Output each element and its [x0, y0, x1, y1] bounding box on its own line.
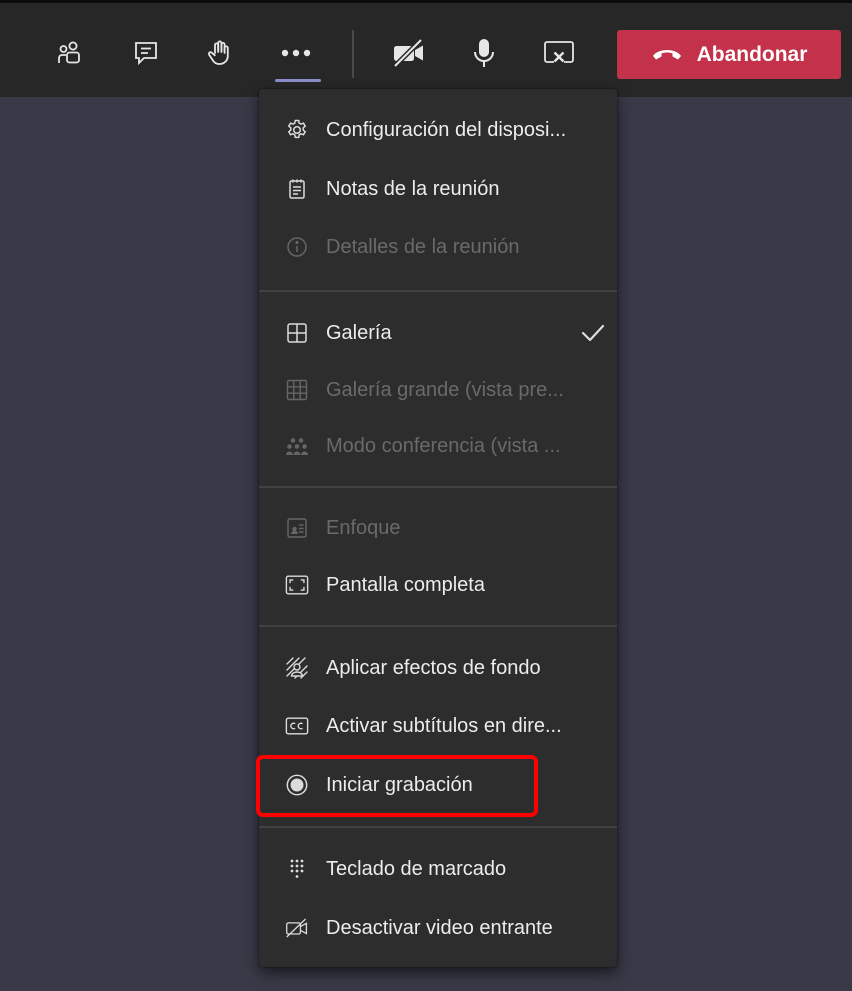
- highlight-box: [256, 755, 538, 817]
- share-button[interactable]: [537, 31, 581, 75]
- hang-up-icon: [651, 43, 683, 67]
- active-indicator: [275, 79, 321, 82]
- meeting-toolbar: Abandonar: [0, 0, 852, 97]
- stop-share-icon: [542, 38, 576, 68]
- raise-hand-button[interactable]: [198, 31, 242, 75]
- more-actions-button[interactable]: [274, 31, 318, 75]
- large-gallery-icon: [285, 378, 309, 402]
- focus-icon: [285, 516, 309, 540]
- menu-item-large-gallery: Galería grande (vista pre...: [259, 364, 617, 416]
- menu-item-label: Aplicar efectos de fondo: [326, 657, 541, 679]
- together-mode-icon: [285, 434, 309, 458]
- menu-item-dial-pad[interactable]: Teclado de marcado: [259, 843, 617, 895]
- menu-divider: [259, 826, 617, 828]
- chat-icon: [131, 38, 161, 68]
- info-icon: [285, 235, 309, 259]
- menu-item-together-mode: Modo conferencia (vista ...: [259, 420, 617, 472]
- menu-item-meeting-notes[interactable]: Notas de la reunión: [259, 163, 617, 215]
- menu-item-gallery[interactable]: Galería: [259, 307, 617, 359]
- leave-button[interactable]: Abandonar: [617, 30, 841, 79]
- menu-item-label: Galería grande (vista pre...: [326, 379, 564, 401]
- dialpad-icon: [285, 857, 309, 881]
- hand-icon: [205, 38, 235, 68]
- leave-label: Abandonar: [696, 42, 808, 66]
- chat-button[interactable]: [124, 31, 168, 75]
- camera-off-icon: [391, 38, 427, 68]
- people-icon: [54, 38, 84, 68]
- background-effects-icon: [285, 656, 309, 680]
- menu-item-label: Enfoque: [326, 517, 401, 539]
- menu-item-label: Galería: [326, 322, 392, 344]
- microphone-icon: [469, 37, 499, 69]
- more-icon: [279, 48, 313, 58]
- menu-item-live-captions[interactable]: Activar subtítulos en dire...: [259, 700, 617, 752]
- more-actions-menu: Configuración del disposi... Notas de la…: [259, 89, 617, 967]
- notes-icon: [285, 177, 309, 201]
- menu-item-label: Detalles de la reunión: [326, 236, 520, 258]
- menu-item-label: Desactivar video entrante: [326, 917, 553, 939]
- menu-divider: [259, 486, 617, 488]
- participants-button[interactable]: [47, 31, 91, 75]
- menu-item-device-settings[interactable]: Configuración del disposi...: [259, 104, 617, 156]
- menu-item-meeting-details: Detalles de la reunión: [259, 221, 617, 273]
- gallery-icon: [285, 321, 309, 345]
- checkmark-icon: [581, 322, 605, 344]
- menu-item-label: Activar subtítulos en dire...: [326, 715, 562, 737]
- camera-button[interactable]: [387, 31, 431, 75]
- menu-item-label: Configuración del disposi...: [326, 119, 567, 141]
- menu-item-label: Teclado de marcado: [326, 858, 507, 880]
- menu-item-fullscreen[interactable]: Pantalla completa: [259, 559, 617, 611]
- video-off-icon: [285, 916, 309, 940]
- menu-item-label: Pantalla completa: [326, 574, 485, 596]
- toolbar-divider: [352, 30, 354, 78]
- menu-item-turn-off-incoming-video[interactable]: Desactivar video entrante: [259, 902, 617, 954]
- menu-item-label: Notas de la reunión: [326, 178, 500, 200]
- menu-divider: [259, 625, 617, 627]
- menu-item-background-effects[interactable]: Aplicar efectos de fondo: [259, 642, 617, 694]
- captions-icon: [285, 714, 309, 738]
- microphone-button[interactable]: [462, 31, 506, 75]
- gear-icon: [285, 118, 309, 142]
- menu-item-focus: Enfoque: [259, 502, 617, 554]
- menu-item-label: Modo conferencia (vista ...: [326, 435, 561, 457]
- menu-divider: [259, 290, 617, 292]
- fullscreen-icon: [285, 573, 309, 597]
